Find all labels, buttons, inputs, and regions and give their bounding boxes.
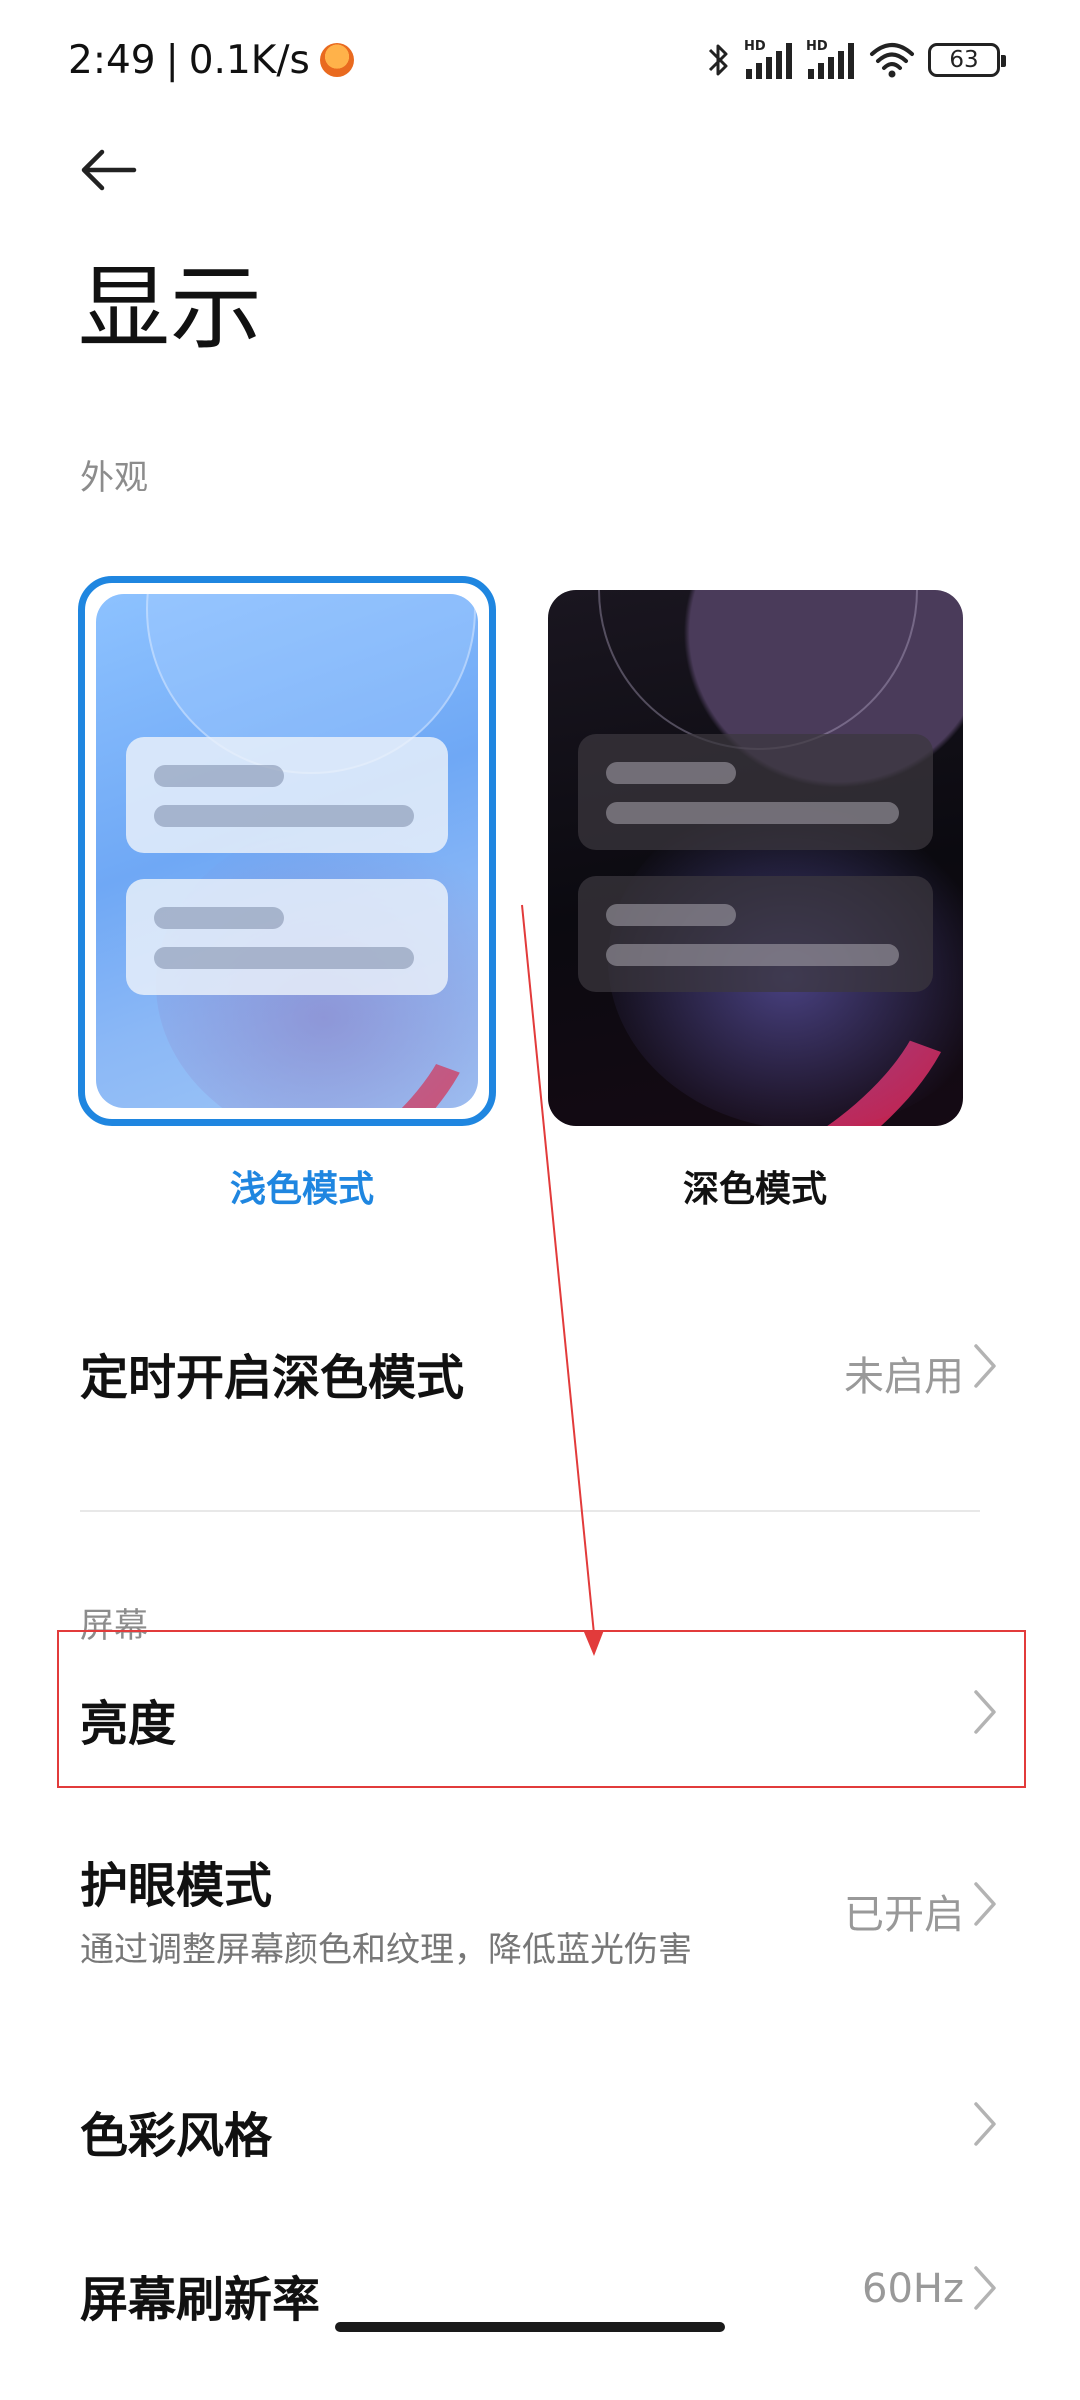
back-button[interactable] <box>70 132 146 208</box>
brightness-row[interactable]: 亮度 <box>0 1640 1080 1785</box>
row-title: 色彩风格 <box>80 2108 273 2164</box>
chevron-right-icon <box>974 1344 996 1388</box>
refresh-rate-row[interactable]: 屏幕刷新率 60Hz <box>0 2220 1080 2380</box>
preview-panel-bottom <box>578 876 933 992</box>
chevron-right-icon <box>974 1690 996 1734</box>
battery-icon: 63 <box>928 43 1006 77</box>
preview-panel-top <box>126 737 448 853</box>
row-value: 60Hz <box>862 2266 964 2312</box>
eye-care-mode-row[interactable]: 护眼模式 通过调整屏幕颜色和纹理，降低蓝光伤害 已开启 <box>0 1810 1080 2010</box>
light-mode-label[interactable]: 浅色模式 <box>92 1160 512 1212</box>
preview-panel-bottom <box>126 879 448 995</box>
scheduled-dark-mode-row[interactable]: 定时开启深色模式 未启用 <box>0 1280 1080 1460</box>
home-indicator[interactable] <box>335 2322 725 2332</box>
row-title: 屏幕刷新率 <box>80 2272 321 2328</box>
status-bar: 2:49 | 0.1K/s HD HD 63 <box>0 0 1080 120</box>
chevron-right-icon <box>974 2102 996 2146</box>
dark-mode-preview <box>548 590 963 1126</box>
wifi-icon <box>870 43 914 78</box>
row-title: 亮度 <box>80 1696 177 1752</box>
row-value: 未启用 <box>844 1354 964 1400</box>
row-value: 已开启 <box>844 1892 964 1938</box>
cellular-signal-2-icon: HD <box>806 39 854 79</box>
page-title: 显示 <box>78 255 263 362</box>
arrow-left-icon <box>81 149 137 191</box>
light-mode-card[interactable] <box>78 576 496 1126</box>
status-right: HD HD 63 <box>706 34 1006 86</box>
row-title: 护眼模式 <box>80 1858 273 1914</box>
signal-hd-label-1: HD <box>744 39 766 54</box>
color-style-row[interactable]: 色彩风格 <box>0 2040 1080 2220</box>
bluetooth-icon <box>708 44 728 76</box>
preview-circle-decoration <box>598 590 918 750</box>
preview-panel-top <box>578 734 933 850</box>
dark-mode-card[interactable] <box>548 590 963 1126</box>
app-notification-icon <box>319 43 354 77</box>
network-speed: 0.1K/s <box>188 37 310 83</box>
row-title: 定时开启深色模式 <box>80 1350 465 1406</box>
divider <box>80 1510 980 1512</box>
status-left: 2:49 | 0.1K/s <box>68 30 354 90</box>
light-mode-preview <box>96 594 478 1108</box>
section-header-appearance: 外观 <box>80 458 148 498</box>
cellular-signal-1-icon: HD <box>744 39 792 79</box>
status-time: 2:49 <box>68 37 156 83</box>
row-subtitle: 通过调整屏幕颜色和纹理，降低蓝光伤害 <box>80 1930 692 1970</box>
chevron-right-icon <box>974 2266 996 2310</box>
dark-mode-label[interactable]: 深色模式 <box>545 1160 965 1212</box>
battery-level: 63 <box>949 47 979 73</box>
chevron-right-icon <box>974 1882 996 1926</box>
signal-hd-label-2: HD <box>806 39 828 54</box>
status-separator: | <box>165 37 179 83</box>
